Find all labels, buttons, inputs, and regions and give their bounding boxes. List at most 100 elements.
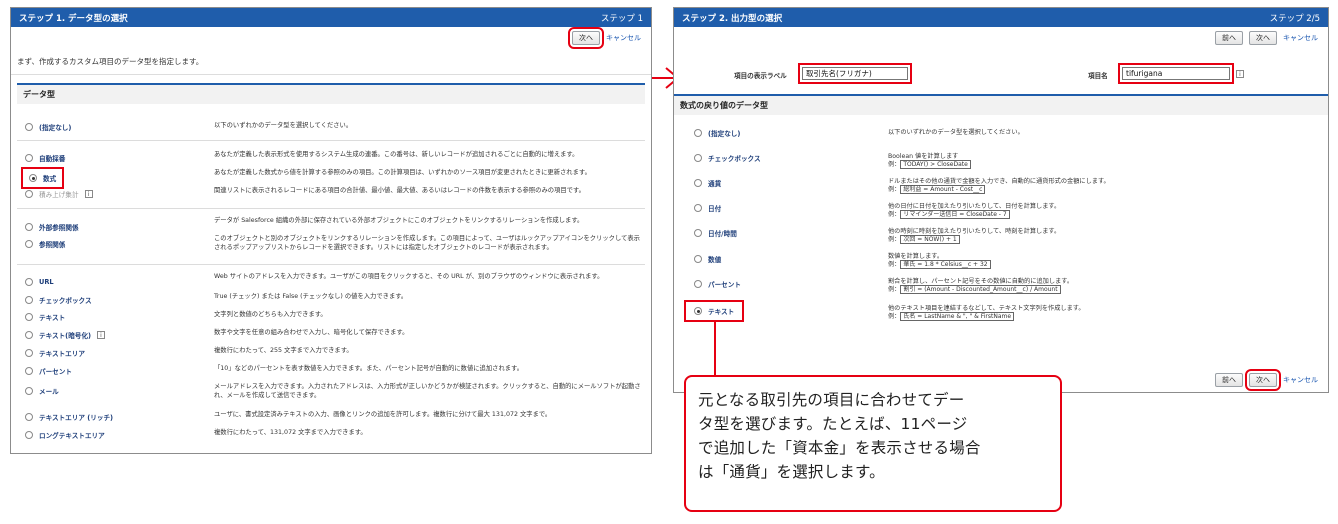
data-type-option-long-textarea[interactable]: ロングテキストエリア (25, 430, 105, 440)
field-name-input[interactable]: tifurigana (1118, 63, 1234, 84)
radio-button[interactable] (25, 223, 33, 231)
return-type-option-none[interactable]: (指定なし) (694, 128, 740, 138)
radio-button[interactable] (694, 280, 702, 288)
option-description: Boolean 値を計算します 例： TODAY() > CloseDate (888, 153, 971, 169)
example-formula: 割引 = (Amount - Discounted_Amount__c) / A… (900, 285, 1061, 294)
return-type-option-checkbox[interactable]: チェックボックス (694, 153, 761, 163)
example-formula: 華氏 = 1.8 * Celsius__c + 32 (900, 260, 991, 269)
radio-button[interactable] (694, 154, 702, 162)
option-label: 積み上げ集計 (39, 191, 79, 199)
radio-button[interactable] (25, 367, 33, 375)
radio-button[interactable] (694, 229, 702, 237)
cancel-link[interactable]: キャンセル (1283, 33, 1318, 43)
step1-indicator: ステップ 1 (600, 13, 643, 24)
field-label-caption: 項目の表示ラベル (734, 72, 787, 80)
option-description: 割合を計算し、パーセント記号をその数値に自動的に追加します。 例： 割引 = (Am… (888, 278, 1073, 294)
return-type-option-percent[interactable]: パーセント (694, 279, 741, 289)
return-type-option-number[interactable]: 数値 (694, 254, 721, 264)
next-button-bottom[interactable]: 次へ (1245, 369, 1281, 391)
radio-button[interactable] (25, 240, 33, 248)
data-type-option-email[interactable]: メール (25, 386, 59, 396)
radio-button[interactable] (694, 179, 702, 187)
option-label: テキスト (39, 314, 66, 322)
divider (17, 208, 645, 209)
radio-button[interactable] (25, 278, 33, 286)
previous-button-bottom[interactable]: 前へ (1215, 373, 1243, 387)
return-type-option-datetime[interactable]: 日付/時間 (694, 228, 737, 238)
option-label: ロングテキストエリア (39, 432, 105, 440)
example-prefix: 例： (888, 211, 901, 218)
option-description: True (チェック) または False (チェックなし) の値を入力できます… (214, 293, 408, 300)
radio-button[interactable] (694, 129, 702, 137)
return-type-option-date[interactable]: 日付 (694, 203, 721, 213)
option-label: テキスト(暗号化) (39, 332, 91, 340)
option-label: (指定なし) (708, 130, 741, 138)
info-icon[interactable]: i (97, 331, 105, 339)
next-button[interactable]: 次へ (1249, 31, 1277, 45)
option-label: URL (39, 278, 54, 286)
radio-button[interactable] (25, 296, 33, 304)
example-prefix: 例： (888, 186, 901, 193)
step2-titlebar: ステップ 2. 出力型の選択 ステップ 2/5 (674, 8, 1328, 27)
radio-button-selected[interactable] (694, 307, 702, 315)
step1-title: ステップ 1. データ型の選択 (19, 13, 128, 24)
radio-button[interactable] (25, 431, 33, 439)
option-description: 複数行にわたって、255 文字まで入力できます。 (214, 347, 353, 354)
example-formula: TODAY() > CloseDate (900, 160, 971, 169)
option-description: 他の日付に日付を加えたり引いたりして、日付を計算します。 例： リマインダー送信日 … (888, 203, 1060, 219)
previous-button[interactable]: 前へ (1215, 31, 1243, 45)
option-label: パーセント (39, 368, 72, 376)
radio-button[interactable] (25, 123, 33, 131)
return-type-option-currency[interactable]: 通貨 (694, 178, 721, 188)
data-type-option-textarea[interactable]: テキストエリア (25, 348, 85, 358)
radio-button[interactable] (25, 349, 33, 357)
cancel-link[interactable]: キャンセル (606, 33, 641, 43)
data-type-option-external-lookup[interactable]: 外部参照関係 (25, 222, 79, 232)
option-description: このオブジェクトと別のオブジェクトをリンクするリレーションを作成します。この項目… (214, 235, 640, 251)
data-type-option-none[interactable]: (指定なし) (25, 122, 71, 132)
step1-instruction: まず、作成するカスタム項目のデータ型を指定します。 (11, 49, 651, 75)
radio-button[interactable] (694, 255, 702, 263)
option-label: 外部参照関係 (39, 224, 79, 232)
cancel-link-bottom[interactable]: キャンセル (1283, 375, 1318, 385)
info-icon[interactable]: i (1236, 70, 1244, 78)
radio-button[interactable] (25, 331, 33, 339)
option-label: 数式 (43, 175, 57, 183)
radio-button[interactable] (25, 313, 33, 321)
next-button[interactable]: 次へ (568, 27, 604, 49)
radio-button[interactable] (25, 413, 33, 421)
radio-button-selected[interactable] (29, 174, 37, 182)
data-type-option-url[interactable]: URL (25, 278, 54, 286)
data-type-option-percent[interactable]: パーセント (25, 366, 72, 376)
data-type-option-text[interactable]: テキスト (25, 312, 65, 322)
field-label-input[interactable]: 取引先名(フリガナ) (798, 63, 912, 84)
option-label: チェックボックス (39, 297, 92, 305)
option-description: ユーザに、書式設定済みテキストの入力、画像とリンクの追加を許可します。複数行に分… (214, 411, 552, 418)
step1-panel: ステップ 1. データ型の選択 ステップ 1 次へ キャンセル まず、作成するカ… (10, 7, 652, 454)
step2-top-button-row: 前へ 次へ キャンセル (674, 27, 1328, 49)
callout-line-1: 元となる取引先の項目に合わせてデー (698, 391, 965, 409)
option-description: 他のテキスト項目を連結するなどして、テキスト文字列を作成します。 例： 氏名 = L… (888, 305, 1085, 321)
radio-button[interactable] (25, 387, 33, 395)
data-type-option-lookup[interactable]: 参照関係 (25, 239, 65, 249)
radio-button[interactable] (25, 154, 33, 162)
data-type-option-formula[interactable]: 数式 (20, 167, 65, 189)
data-type-option-rich-textarea[interactable]: テキストエリア (リッチ) (25, 412, 113, 422)
radio-button[interactable] (25, 190, 33, 198)
data-type-option-checkbox[interactable]: チェックボックス (25, 295, 92, 305)
option-description: あなたが定義した表示形式を使用するシステム生成の連番。この番号は、新しいレコード… (214, 151, 579, 158)
option-description: メールアドレスを入力できます。入力されたアドレスは、入力形式が正しいかどうかが検… (214, 383, 641, 399)
option-description: ドルまたはその他の通貨で金額を入力でき、自動的に通貨形式の金額にします。 例： 総利… (888, 178, 1110, 194)
option-label: 参照関係 (39, 241, 66, 249)
step2-bottom-button-row: 前へ 次へ キャンセル (1215, 369, 1328, 391)
field-name-caption: 項目名 (1088, 72, 1108, 80)
data-type-option-rollup[interactable]: 積み上げ集計 i (25, 189, 93, 199)
return-type-option-text[interactable]: テキスト (683, 300, 745, 322)
info-icon[interactable]: i (84, 190, 93, 198)
radio-button[interactable] (694, 204, 702, 212)
step2-indicator: ステップ 2/5 (1269, 13, 1320, 24)
option-description: 文字列と数値のどちらも入力できます。 (214, 311, 327, 318)
data-type-option-autonumber[interactable]: 自動採番 (25, 153, 65, 163)
data-type-option-encrypted-text[interactable]: テキスト(暗号化) i (25, 330, 105, 340)
option-label: パーセント (708, 281, 741, 289)
